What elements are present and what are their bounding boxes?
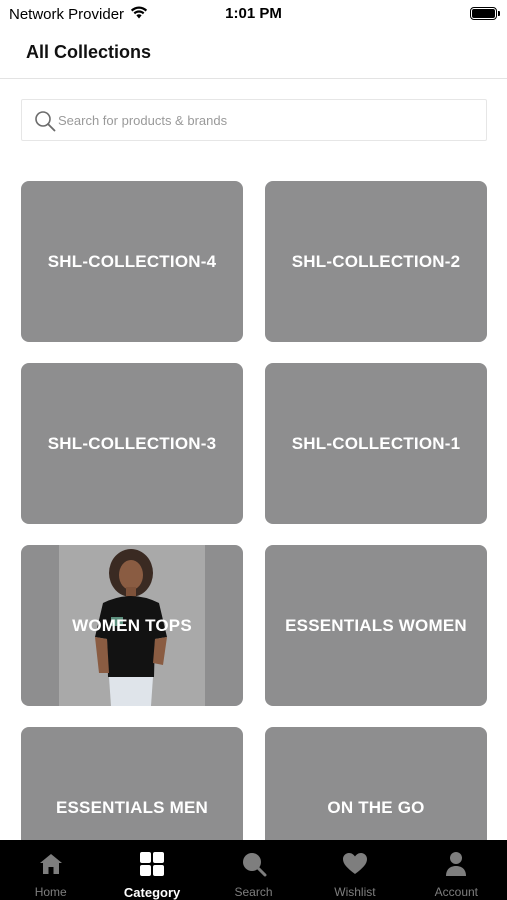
home-icon bbox=[37, 850, 65, 878]
tab-account[interactable]: Account bbox=[406, 840, 507, 900]
search-icon bbox=[34, 110, 56, 132]
page-header: All Collections bbox=[0, 28, 507, 79]
search-input[interactable] bbox=[58, 100, 478, 140]
battery-icon bbox=[470, 7, 500, 20]
collection-label: ESSENTIALS MEN bbox=[55, 797, 209, 817]
collection-label: SHL-COLLECTION-2 bbox=[291, 251, 461, 271]
collections-grid: SHL-COLLECTION-4 SHL-COLLECTION-2 SHL-CO… bbox=[21, 181, 487, 841]
collection-tile[interactable]: SHL-COLLECTION-1 bbox=[265, 363, 487, 524]
collection-tile[interactable]: ON THE GO bbox=[265, 727, 487, 841]
tab-search[interactable]: Search bbox=[203, 840, 304, 900]
collection-label: ESSENTIALS WOMEN bbox=[285, 615, 467, 635]
collection-label: SHL-COLLECTION-4 bbox=[47, 251, 217, 271]
bottom-tab-bar: Home Category Search Wishlist Account bbox=[0, 840, 507, 900]
collection-tile[interactable]: SHL-COLLECTION-2 bbox=[265, 181, 487, 342]
status-time: 1:01 PM bbox=[225, 5, 282, 22]
search-bar[interactable] bbox=[21, 99, 487, 141]
tab-label: Home bbox=[34, 885, 67, 899]
collection-tile[interactable]: WOMEN TOPS bbox=[21, 545, 243, 706]
tab-label: Search bbox=[234, 885, 273, 899]
tab-label: Wishlist bbox=[334, 885, 376, 899]
tab-category[interactable]: Category bbox=[101, 840, 202, 900]
collection-label: SHL-COLLECTION-3 bbox=[47, 433, 217, 453]
status-bar: Network Provider 1:01 PM bbox=[0, 0, 507, 28]
collection-label: WOMEN TOPS bbox=[72, 615, 192, 635]
search-icon bbox=[240, 850, 268, 878]
user-icon bbox=[442, 850, 470, 878]
collection-tile[interactable]: SHL-COLLECTION-3 bbox=[21, 363, 243, 524]
collection-label: SHL-COLLECTION-1 bbox=[291, 433, 461, 453]
collection-tile[interactable]: ESSENTIALS WOMEN bbox=[265, 545, 487, 706]
heart-icon bbox=[341, 850, 369, 878]
collection-tile[interactable]: ESSENTIALS MEN bbox=[21, 727, 243, 841]
page-title: All Collections bbox=[26, 42, 152, 62]
tab-label: Category bbox=[123, 885, 181, 900]
collection-label: ON THE GO bbox=[327, 797, 425, 817]
tab-wishlist[interactable]: Wishlist bbox=[304, 840, 405, 900]
tab-home[interactable]: Home bbox=[0, 840, 101, 900]
tab-label: Account bbox=[434, 885, 478, 899]
collection-tile[interactable]: SHL-COLLECTION-4 bbox=[21, 181, 243, 342]
category-grid-icon bbox=[138, 850, 166, 878]
